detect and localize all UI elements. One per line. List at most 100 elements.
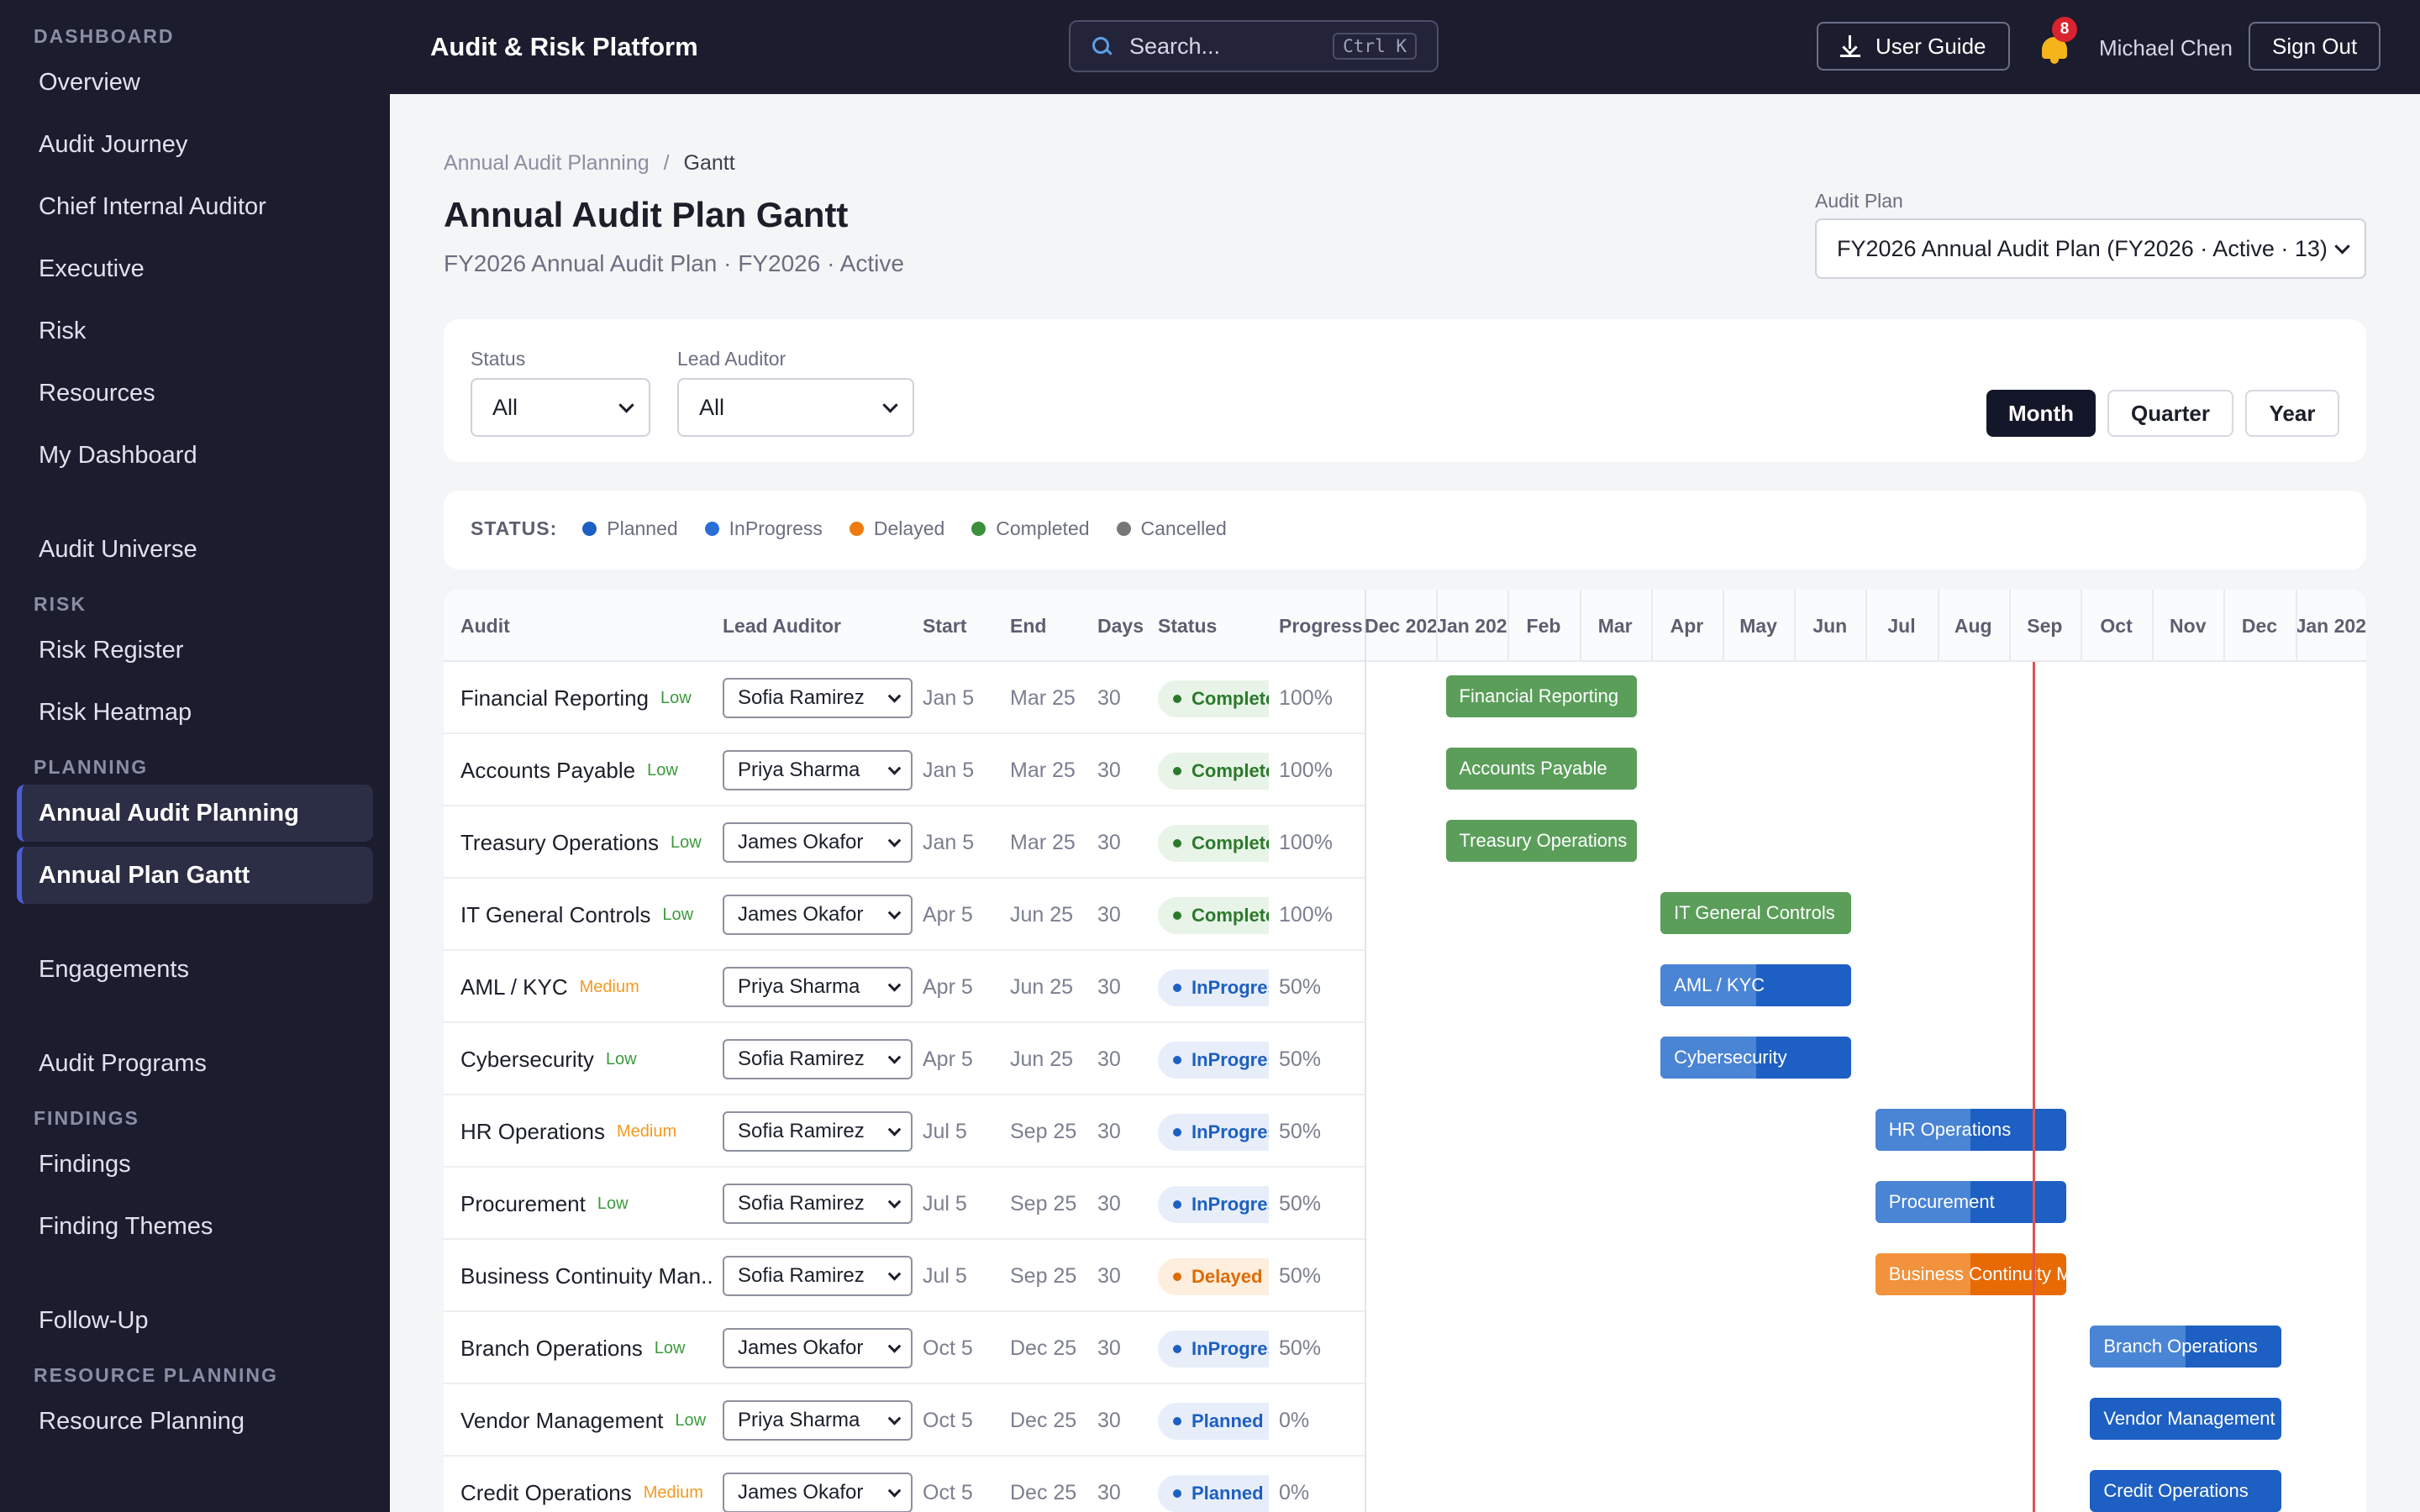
status-pill: Planned bbox=[1158, 1403, 1269, 1440]
status-filter-select[interactable]: All bbox=[471, 378, 650, 437]
risk-badge: Medium bbox=[643, 1483, 703, 1502]
user-name[interactable]: Michael Chen bbox=[2099, 35, 2233, 61]
table-row[interactable]: Credit Operations Medium James Okafor Oct 5… bbox=[444, 1457, 1365, 1512]
status-label: Planned bbox=[1192, 1483, 1264, 1504]
gantt-bar[interactable]: Branch Operations bbox=[2090, 1326, 2281, 1368]
audit-name[interactable]: Vendor Management bbox=[460, 1408, 663, 1434]
status-dot bbox=[1173, 1128, 1181, 1137]
audit-name[interactable]: Branch Operations bbox=[460, 1336, 643, 1362]
sidebar-item-findings[interactable]: Findings bbox=[17, 1136, 373, 1193]
lead-auditor-select[interactable]: Sofia Ramirez bbox=[723, 1039, 913, 1079]
month-gridline bbox=[1865, 590, 1868, 662]
search-input[interactable]: Search... bbox=[1129, 34, 1333, 60]
sidebar-item-annual-plan-gantt[interactable]: Annual Plan Gantt bbox=[17, 847, 373, 904]
audit-name[interactable]: Business Continuity Man... bbox=[460, 1263, 713, 1289]
lead-auditor-select[interactable]: Sofia Ramirez bbox=[723, 1256, 913, 1296]
gantt-bar[interactable]: Financial Reporting bbox=[1445, 675, 1637, 717]
sign-out-button[interactable]: Sign Out bbox=[2249, 22, 2381, 71]
audit-name[interactable]: HR Operations bbox=[460, 1119, 605, 1145]
gantt-bar[interactable]: Business Continuity M bbox=[1875, 1253, 2066, 1295]
sidebar-item-resources[interactable]: Resources bbox=[17, 365, 373, 422]
sidebar-item-overview[interactable]: Overview bbox=[17, 54, 373, 111]
lead-auditor-select[interactable]: Priya Sharma bbox=[723, 1400, 913, 1441]
lead-auditor-select[interactable]: Sofia Ramirez bbox=[723, 1111, 913, 1152]
status-pill: InProgress bbox=[1158, 969, 1269, 1006]
table-row[interactable]: Treasury Operations Low James Okafor Jan 5 M… bbox=[444, 806, 1365, 879]
sidebar-item-my-dashboard[interactable]: My Dashboard bbox=[17, 427, 373, 484]
view-month-button[interactable]: Month bbox=[1986, 390, 2096, 437]
gantt-bar[interactable]: AML / KYC bbox=[1660, 964, 1852, 1006]
table-row[interactable]: HR Operations Medium Sofia Ramirez Jul 5 Sep… bbox=[444, 1095, 1365, 1168]
table-row[interactable]: Accounts Payable Low Priya Sharma Jan 5 Mar … bbox=[444, 734, 1365, 806]
gantt-bar[interactable]: Procurement bbox=[1875, 1181, 2066, 1223]
lead-auditor-select[interactable]: James Okafor bbox=[723, 1328, 913, 1368]
table-row[interactable]: Vendor Management Low Priya Sharma Oct 5 Dec… bbox=[444, 1384, 1365, 1457]
sidebar-item-chief-internal-auditor[interactable]: Chief Internal Auditor bbox=[17, 178, 373, 235]
view-year-button[interactable]: Year bbox=[2245, 390, 2339, 437]
lead-auditor-select[interactable]: Priya Sharma bbox=[723, 967, 913, 1007]
view-quarter-button[interactable]: Quarter bbox=[2107, 390, 2233, 437]
user-guide-button[interactable]: User Guide bbox=[1817, 22, 2010, 71]
gantt-bar[interactable]: HR Operations bbox=[1875, 1109, 2066, 1151]
status-label: Completed bbox=[1192, 760, 1269, 781]
audit-name[interactable]: Treasury Operations bbox=[460, 830, 659, 856]
gantt-bar-label: Treasury Operations bbox=[1459, 830, 1628, 851]
sidebar-item-audit-programs[interactable]: Audit Programs bbox=[17, 1035, 373, 1092]
sidebar-item-finding-themes[interactable]: Finding Themes bbox=[17, 1198, 373, 1255]
breadcrumb-parent[interactable]: Annual Audit Planning bbox=[444, 151, 650, 175]
audit-plan-select[interactable]: FY2026 Annual Audit Plan (FY2026 · Activ… bbox=[1815, 218, 2366, 279]
gantt-bar[interactable]: Credit Operations bbox=[2090, 1470, 2281, 1512]
table-row[interactable]: Cybersecurity Low Sofia Ramirez Apr 5 Jun 25… bbox=[444, 1023, 1365, 1095]
audit-name[interactable]: Credit Operations bbox=[460, 1480, 632, 1506]
lead-auditor-select[interactable]: Priya Sharma bbox=[723, 750, 913, 790]
column-header-status: Status bbox=[1158, 615, 1218, 637]
audit-name[interactable]: AML / KYC bbox=[460, 974, 568, 1000]
notifications-button[interactable]: 8 bbox=[2035, 17, 2077, 67]
table-row[interactable]: IT General Controls Low James Okafor Apr 5 J… bbox=[444, 879, 1365, 951]
gantt-bar[interactable]: Accounts Payable bbox=[1445, 748, 1637, 790]
audit-name[interactable]: Financial Reporting bbox=[460, 685, 649, 711]
lead-auditor-select[interactable]: James Okafor bbox=[723, 1473, 913, 1512]
sidebar-item-annual-audit-planning[interactable]: Annual Audit Planning bbox=[17, 785, 373, 842]
sidebar-item-risk[interactable]: Risk bbox=[17, 302, 373, 360]
month-gridline bbox=[1937, 590, 1939, 662]
lead-auditor-value: Priya Sharma bbox=[738, 759, 860, 781]
lead-auditor-select[interactable]: James Okafor bbox=[723, 895, 913, 935]
start-cell: Oct 5 bbox=[923, 1408, 973, 1432]
lead-auditor-select[interactable]: James Okafor bbox=[723, 822, 913, 863]
audit-name[interactable]: Cybersecurity bbox=[460, 1047, 594, 1073]
status-label: Delayed bbox=[1192, 1266, 1263, 1287]
chevron-down-icon bbox=[887, 1195, 902, 1209]
start-cell: Oct 5 bbox=[923, 1480, 973, 1504]
sidebar-item-follow-up[interactable]: Follow-Up bbox=[17, 1292, 373, 1349]
table-row[interactable]: Branch Operations Low James Okafor Oct 5 Dec… bbox=[444, 1312, 1365, 1384]
lead-auditor-select[interactable]: Sofia Ramirez bbox=[723, 1184, 913, 1224]
days-cell: 30 bbox=[1097, 1119, 1121, 1143]
search-box[interactable]: Search... Ctrl K bbox=[1069, 20, 1439, 72]
table-row[interactable]: AML / KYC Medium Priya Sharma Apr 5 Jun 25 30… bbox=[444, 951, 1365, 1023]
sidebar-item-risk-register[interactable]: Risk Register bbox=[17, 622, 373, 679]
status-pill: Delayed bbox=[1158, 1258, 1269, 1295]
lead-auditor-select[interactable]: Sofia Ramirez bbox=[723, 678, 913, 718]
lead-auditor-filter-select[interactable]: All bbox=[677, 378, 914, 437]
sidebar-item-audit-journey[interactable]: Audit Journey bbox=[17, 116, 373, 173]
legend-item-planned: Planned bbox=[582, 517, 678, 540]
table-row[interactable]: Procurement Low Sofia Ramirez Jul 5 Sep 25 30… bbox=[444, 1168, 1365, 1240]
sidebar-item-audit-universe[interactable]: Audit Universe bbox=[17, 521, 373, 578]
gantt-bar[interactable]: Treasury Operations bbox=[1445, 820, 1637, 862]
gantt-bar[interactable]: Vendor Management bbox=[2090, 1398, 2281, 1440]
table-row[interactable]: Business Continuity Man... Sofia Ramirez J… bbox=[444, 1240, 1365, 1312]
audit-name[interactable]: Procurement bbox=[460, 1191, 586, 1217]
sidebar-item-resource-planning[interactable]: Resource Planning bbox=[17, 1393, 373, 1450]
gantt-bar[interactable]: Cybersecurity bbox=[1660, 1037, 1852, 1079]
audit-name[interactable]: Accounts Payable bbox=[460, 758, 635, 784]
sidebar-item-engagements[interactable]: Engagements bbox=[17, 941, 373, 998]
month-header: Jan 2026 bbox=[1436, 615, 1507, 637]
audit-name[interactable]: IT General Controls bbox=[460, 902, 650, 928]
status-label: InProgress bbox=[1192, 1121, 1269, 1142]
gantt-bar[interactable]: IT General Controls bbox=[1660, 892, 1852, 934]
legend-item-label: Delayed bbox=[873, 517, 945, 539]
sidebar-item-risk-heatmap[interactable]: Risk Heatmap bbox=[17, 684, 373, 741]
table-row[interactable]: Financial Reporting Low Sofia Ramirez Jan 5… bbox=[444, 662, 1365, 734]
sidebar-item-executive[interactable]: Executive bbox=[17, 240, 373, 297]
